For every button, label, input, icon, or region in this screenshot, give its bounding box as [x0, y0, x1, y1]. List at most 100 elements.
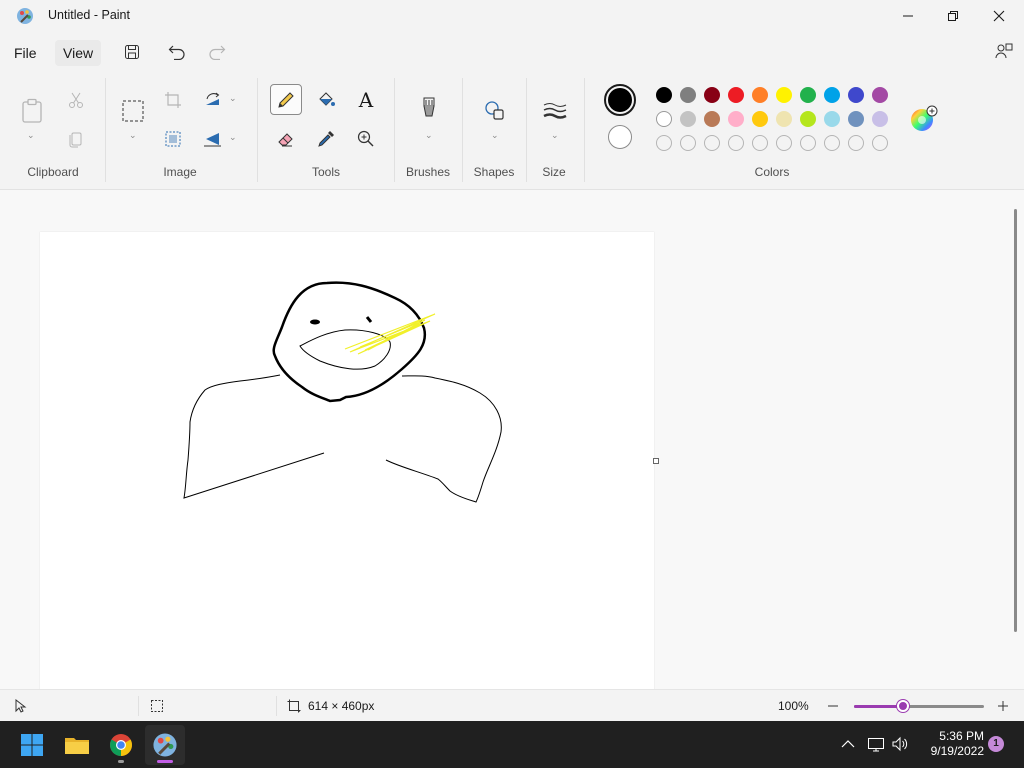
color-swatch[interactable]	[752, 111, 768, 127]
flip-chevron-down-icon[interactable]: ⌄	[229, 132, 237, 143]
eraser-tool-button[interactable]	[272, 125, 300, 153]
shapes-chevron-down-icon[interactable]: ⌄	[491, 130, 499, 141]
color-swatch[interactable]	[848, 111, 864, 127]
zoom-slider[interactable]	[854, 700, 984, 712]
cut-icon	[69, 92, 83, 108]
file-menu[interactable]: File	[6, 40, 45, 66]
color-picker-tool-button[interactable]	[312, 125, 340, 153]
color-swatch[interactable]	[872, 111, 888, 127]
chrome-button[interactable]	[101, 725, 141, 765]
save-button[interactable]	[117, 38, 147, 66]
color-swatch[interactable]	[872, 87, 888, 103]
shapes-icon	[485, 101, 504, 120]
select-button[interactable]	[118, 96, 148, 126]
vertical-scrollbar[interactable]	[1014, 209, 1017, 632]
color-swatch[interactable]	[776, 87, 792, 103]
rotate-button[interactable]	[200, 88, 226, 112]
color-swatch[interactable]	[728, 111, 744, 127]
status-divider	[276, 696, 277, 716]
resize-button[interactable]	[160, 127, 186, 151]
color-swatch[interactable]	[824, 87, 840, 103]
selection-size	[150, 690, 164, 722]
custom-color-slot[interactable]	[728, 135, 744, 151]
paste-button[interactable]	[18, 96, 46, 126]
share-button[interactable]	[990, 38, 1018, 64]
color-swatch[interactable]	[800, 111, 816, 127]
ribbon-divider	[584, 78, 585, 182]
custom-color-slot[interactable]	[680, 135, 696, 151]
file-explorer-button[interactable]	[57, 725, 97, 765]
start-button[interactable]	[12, 725, 52, 765]
paint-app-icon	[17, 8, 33, 24]
custom-color-slot[interactable]	[872, 135, 888, 151]
notification-badge[interactable]: 1	[988, 736, 1004, 752]
color-swatch[interactable]	[704, 111, 720, 127]
fill-bucket-icon	[319, 92, 335, 106]
ribbon-divider	[105, 78, 106, 182]
redo-icon	[209, 45, 226, 60]
zoom-in-button[interactable]	[996, 690, 1010, 722]
size-chevron-down-icon[interactable]: ⌄	[551, 130, 559, 141]
color-swatch[interactable]	[656, 87, 672, 103]
show-hidden-icons-button[interactable]	[837, 733, 859, 755]
zoom-slider-thumb[interactable]	[897, 700, 910, 712]
color-swatch[interactable]	[656, 111, 672, 127]
canvas-resize-handle[interactable]	[653, 458, 659, 464]
start-icon	[21, 734, 43, 756]
custom-color-slot[interactable]	[848, 135, 864, 151]
minimize-button[interactable]	[885, 0, 931, 32]
flip-button[interactable]	[200, 127, 226, 151]
custom-color-slot[interactable]	[704, 135, 720, 151]
chrome-running-indicator	[118, 760, 124, 763]
edit-colors-button[interactable]	[908, 104, 938, 134]
brushes-button[interactable]	[414, 94, 444, 126]
restore-button[interactable]	[930, 0, 976, 32]
color-swatch[interactable]	[704, 87, 720, 103]
custom-color-slot[interactable]	[752, 135, 768, 151]
cut-button[interactable]	[64, 88, 88, 112]
color-swatch[interactable]	[824, 111, 840, 127]
view-menu[interactable]: View	[55, 40, 102, 66]
size-button[interactable]	[540, 96, 570, 126]
pencil-tool-button[interactable]	[270, 84, 302, 115]
clock[interactable]: 5:36 PM 9/19/2022	[914, 729, 984, 759]
brushes-chevron-down-icon[interactable]: ⌄	[425, 130, 433, 141]
color-swatch[interactable]	[800, 87, 816, 103]
select-chevron-down-icon[interactable]: ⌄	[129, 130, 137, 141]
color-swatch[interactable]	[728, 87, 744, 103]
redo-button[interactable]	[202, 38, 232, 66]
title-bar: Untitled - Paint	[0, 0, 1024, 32]
magnifier-tool-button[interactable]	[352, 125, 380, 153]
zoom-percent[interactable]: 100%	[778, 690, 809, 722]
color-swatch[interactable]	[776, 111, 792, 127]
secondary-color-button[interactable]	[608, 125, 632, 149]
copy-button[interactable]	[64, 127, 88, 151]
volume-button[interactable]	[889, 733, 911, 755]
paste-chevron-down-icon[interactable]: ⌄	[27, 130, 35, 141]
fill-tool-button[interactable]	[312, 86, 340, 114]
custom-color-slot[interactable]	[656, 135, 672, 151]
share-icon	[995, 43, 1013, 59]
crop-button[interactable]	[160, 88, 186, 112]
resize-icon	[165, 131, 181, 147]
minimize-icon	[903, 15, 913, 17]
rotate-chevron-down-icon[interactable]: ⌄	[229, 93, 237, 104]
shapes-button[interactable]	[480, 96, 510, 126]
network-button[interactable]	[865, 733, 887, 755]
eyedropper-icon	[318, 131, 334, 147]
paint-taskbar-button[interactable]	[145, 725, 185, 765]
custom-color-slot[interactable]	[800, 135, 816, 151]
drawing-canvas[interactable]	[40, 232, 654, 689]
text-tool-button[interactable]: A	[352, 86, 380, 114]
undo-button[interactable]	[162, 38, 192, 66]
custom-color-slot[interactable]	[776, 135, 792, 151]
color-swatch[interactable]	[680, 87, 696, 103]
color-swatch[interactable]	[680, 111, 696, 127]
color-swatch[interactable]	[848, 87, 864, 103]
magnifier-icon	[357, 130, 374, 147]
close-button[interactable]	[976, 0, 1022, 32]
primary-color-button[interactable]	[604, 84, 636, 116]
custom-color-slot[interactable]	[824, 135, 840, 151]
zoom-out-button[interactable]	[826, 690, 840, 722]
color-swatch[interactable]	[752, 87, 768, 103]
